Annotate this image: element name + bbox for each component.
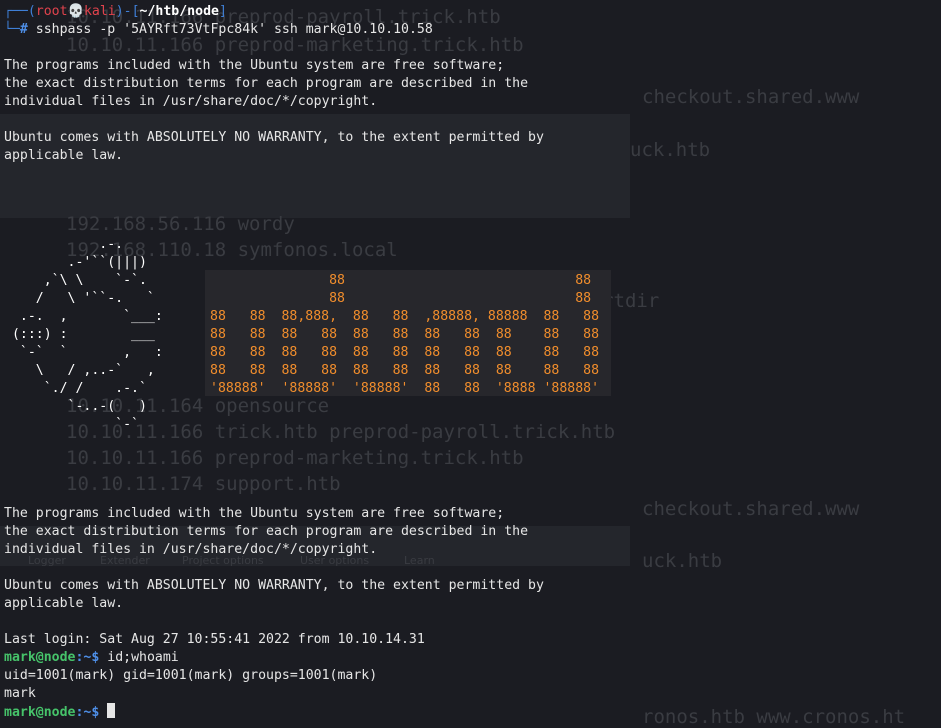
last-login: Last login: Sat Aug 27 10:55:41 2022 fro… bbox=[4, 632, 425, 647]
ascii-art-line: `-` ` , : bbox=[4, 345, 163, 360]
node-logo-line: 88 88 bbox=[210, 291, 592, 306]
motd-line: Ubuntu comes with ABSOLUTELY NO WARRANTY… bbox=[4, 130, 544, 145]
node-logo-line: 88 88 88 88 88 88 88 88 88 88 88 bbox=[210, 363, 600, 378]
ascii-art-line: ,`\ \ `-`. bbox=[4, 273, 147, 288]
prompt-host: kali bbox=[83, 4, 116, 19]
motd-line: applicable law. bbox=[4, 148, 124, 163]
ghost-line: 192.168.56.116 wordy bbox=[66, 213, 295, 235]
node-logo-line: '88888' '88888' '88888' 88 88 '8888 '888… bbox=[210, 381, 600, 396]
ascii-art-line: \ / ,..-` , bbox=[4, 363, 155, 378]
ghost-line: 10.10.11.174 support.htb bbox=[66, 473, 341, 495]
ghost-tab: Learn bbox=[404, 554, 435, 567]
node-logo-line: 88 88 88 88 88 88 88 88 88 88 88 bbox=[210, 327, 600, 342]
ascii-art-line: `-` bbox=[4, 417, 139, 432]
id-output: uid=1001(mark) gid=1001(mark) groups=100… bbox=[4, 668, 378, 683]
ascii-art-line: (:::) : ___ bbox=[4, 327, 155, 342]
ssh-command: sshpass -p '5AYRft73VtFpc84k' ssh mark@1… bbox=[35, 22, 433, 37]
ghost-line: 10.10.11.166 trick.htb preprod-payroll.t… bbox=[66, 421, 616, 443]
ascii-art-line: / \ '``-. ` bbox=[4, 291, 155, 306]
ghost-line: checkout.shared.www bbox=[642, 498, 860, 520]
node-logo-line: 88 88 88 88 88 88 88 88 88 88 88 bbox=[210, 345, 600, 360]
ghost-line: uck.htb bbox=[630, 139, 711, 161]
prompt-user: root bbox=[35, 4, 68, 19]
ascii-art-line: .-. , `___: bbox=[4, 309, 163, 324]
motd-line: Ubuntu comes with ABSOLUTELY NO WARRANTY… bbox=[4, 578, 544, 593]
remote-command: id;whoami bbox=[107, 650, 179, 665]
node-logo-line: 88 88 88,888, 88 88 ,88888, 88888 88 88 bbox=[210, 309, 600, 324]
cursor-block bbox=[107, 703, 116, 718]
node-logo-line: 88 88 bbox=[210, 273, 592, 288]
skull-icon: 💀 bbox=[67, 4, 84, 19]
remote-prompt-line: mark@node:~$ id;whoami bbox=[4, 649, 179, 667]
ghost-line: checkout.shared.www bbox=[642, 86, 860, 108]
prompt-hash: # bbox=[19, 22, 28, 37]
ghost-line: ronos.htb www.cronos.ht bbox=[642, 706, 906, 728]
ascii-art-line: `-..-( ) bbox=[4, 399, 147, 414]
ascii-art-line: .-. bbox=[4, 237, 124, 252]
motd-line: individual files in /usr/share/doc/*/cop… bbox=[4, 94, 378, 109]
motd-line: individual files in /usr/share/doc/*/cop… bbox=[4, 542, 378, 557]
prompt-path: ~/htb/node bbox=[139, 4, 219, 19]
active-prompt-line[interactable]: mark@node:~$ bbox=[4, 703, 116, 721]
kali-prompt-line: ┌──(root💀kali)-[~/htb/node] bbox=[4, 4, 227, 19]
ascii-art-line: `./ / .-.` bbox=[4, 381, 147, 396]
whoami-output: mark bbox=[4, 686, 36, 701]
ghost-line: 10.10.11.166 preprod-marketing.trick.htb bbox=[66, 447, 524, 469]
command-line: └─# sshpass -p '5AYRft73VtFpc84k' ssh ma… bbox=[4, 22, 433, 37]
remote-path: :~$ bbox=[75, 650, 100, 665]
remote-user-host: mark@node bbox=[4, 650, 76, 665]
motd-line: The programs included with the Ubuntu sy… bbox=[4, 506, 505, 521]
motd-line: The programs included with the Ubuntu sy… bbox=[4, 58, 505, 73]
motd-line: the exact distribution terms for each pr… bbox=[4, 76, 529, 91]
ascii-art-line: .-'``(|||) bbox=[4, 255, 147, 270]
motd-line: the exact distribution terms for each pr… bbox=[4, 524, 529, 539]
remote-path: :~$ bbox=[75, 705, 100, 720]
remote-user-host: mark@node bbox=[4, 705, 76, 720]
ghost-line: uck.htb bbox=[642, 550, 723, 572]
motd-line: applicable law. bbox=[4, 596, 124, 611]
